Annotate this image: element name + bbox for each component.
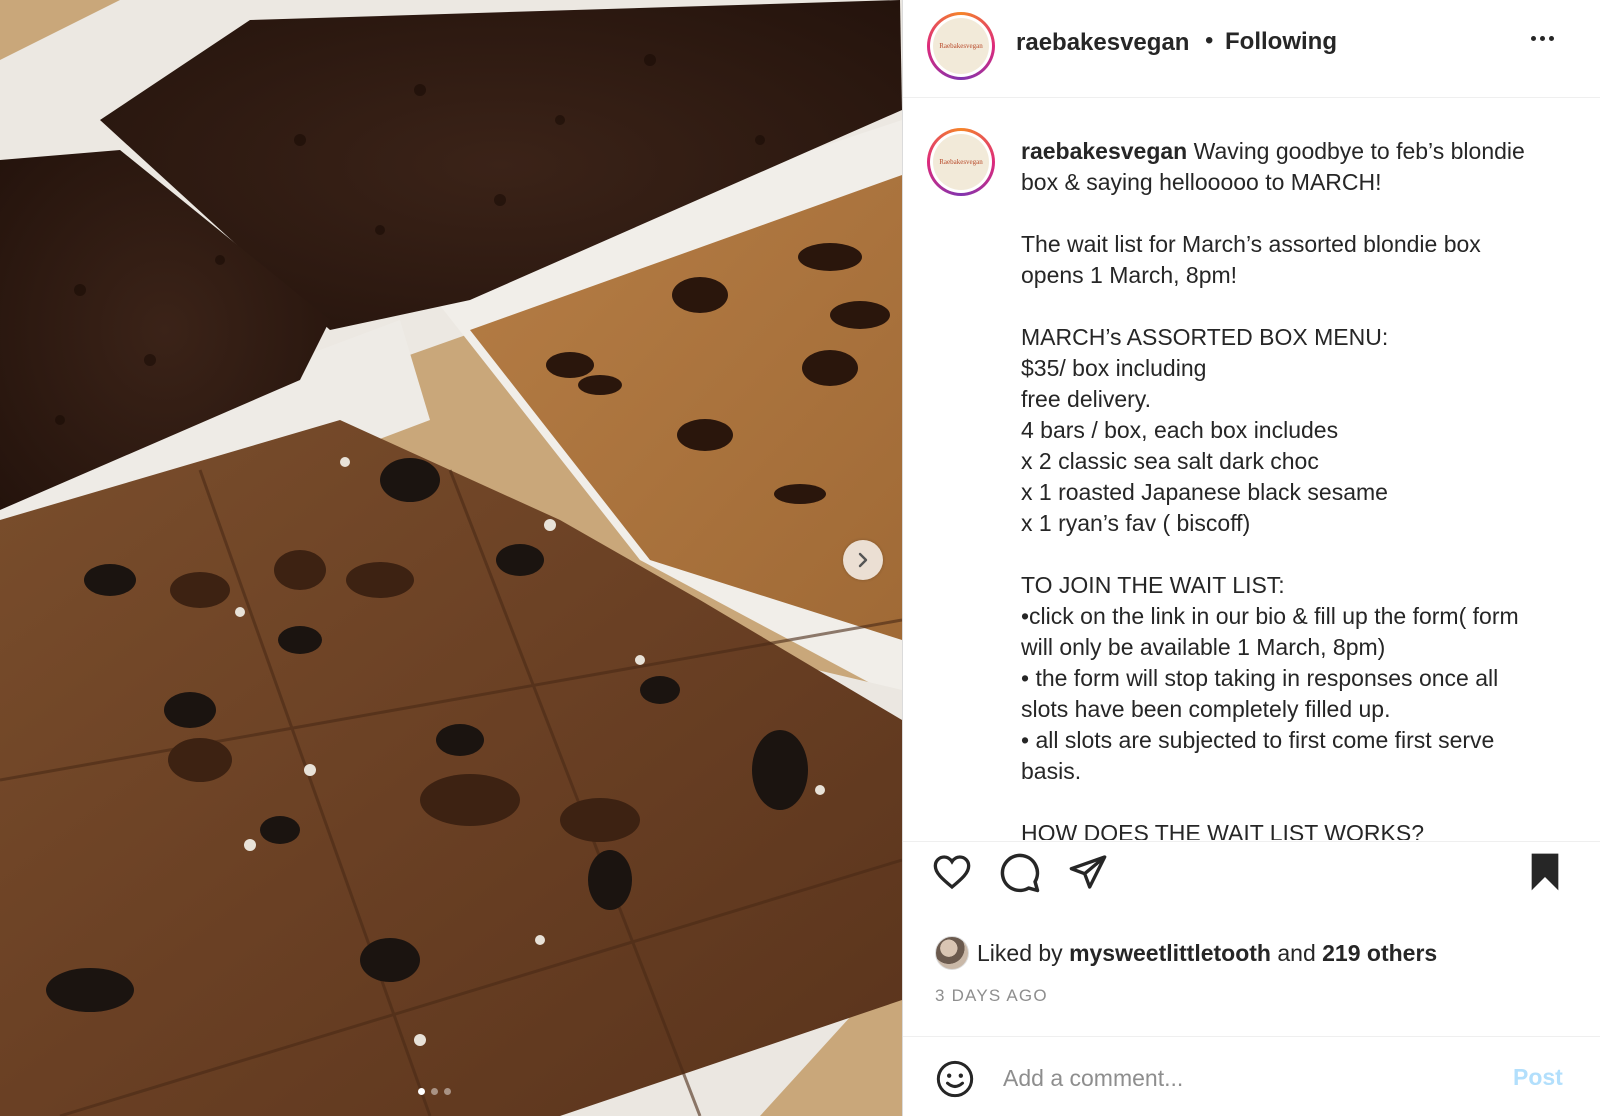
avatar-logo-text: Raebakesvegan bbox=[939, 42, 983, 50]
caption-line: x 2 classic sea salt dark choc bbox=[1021, 448, 1319, 474]
header-separator: • bbox=[1205, 27, 1214, 54]
more-horizontal-icon bbox=[1540, 36, 1545, 41]
post-side-panel: Raebakesvegan raebakesvegan • Following … bbox=[902, 0, 1600, 1116]
more-horizontal-icon bbox=[1531, 36, 1536, 41]
profile-avatar[interactable]: Raebakesvegan bbox=[927, 12, 995, 80]
caption-line: $35/ box including bbox=[1021, 355, 1207, 381]
post-header: Raebakesvegan raebakesvegan • Following bbox=[903, 0, 1600, 98]
caption-line: • all slots are subjected to first come … bbox=[1021, 727, 1495, 753]
caption-line: slots have been completely filled up. bbox=[1021, 696, 1391, 722]
carousel-indicator bbox=[418, 1088, 451, 1095]
caption-line bbox=[1021, 539, 1581, 570]
comment-bar: Post bbox=[903, 1036, 1600, 1117]
caption-line: free delivery. bbox=[1021, 386, 1151, 412]
caption-line: basis. bbox=[1021, 758, 1082, 784]
emoji-icon[interactable] bbox=[935, 1059, 975, 1099]
liker-username[interactable]: mysweetlittletooth bbox=[1069, 940, 1271, 967]
caption-line: MARCH’s ASSORTED BOX MENU: bbox=[1021, 324, 1389, 350]
caption-line bbox=[1021, 787, 1581, 818]
caption-line: HOW DOES THE WAIT LIST WORKS? bbox=[1021, 820, 1424, 840]
avatar-logo-text: Raebakesvegan bbox=[939, 158, 983, 166]
bookmark-icon[interactable] bbox=[1527, 852, 1563, 892]
caption-line: opens 1 March, 8pm! bbox=[1021, 262, 1238, 288]
heart-icon[interactable] bbox=[931, 852, 973, 892]
likes-others-link[interactable]: 219 others bbox=[1322, 940, 1437, 967]
likes-prefix: Liked by bbox=[977, 939, 1063, 966]
caption-line: • the form will stop taking in responses… bbox=[1021, 665, 1499, 691]
comment-input[interactable] bbox=[1001, 1055, 1485, 1101]
paper-plane-icon[interactable] bbox=[1067, 852, 1109, 892]
more-options-button[interactable] bbox=[1531, 36, 1554, 41]
chevron-right-icon bbox=[858, 552, 868, 568]
caption-line: •click on the link in our bio & fill up … bbox=[1021, 603, 1519, 629]
carousel-dot bbox=[444, 1088, 451, 1095]
post-actions: Liked by mysweetlittletooth and 219 othe… bbox=[903, 841, 1600, 1037]
caption-first-line: Waving goodbye to feb’s blondie bbox=[1193, 138, 1525, 164]
likes-joiner: and bbox=[1277, 939, 1316, 966]
liker-avatar[interactable] bbox=[935, 936, 969, 970]
post-timestamp[interactable]: 3 DAYS AGO bbox=[935, 986, 1048, 1006]
caption-line: x 1 roasted Japanese black sesame bbox=[1021, 479, 1388, 505]
following-button[interactable]: Following bbox=[1225, 28, 1337, 56]
caption-line: TO JOIN THE WAIT LIST: bbox=[1021, 572, 1285, 598]
post-photo[interactable] bbox=[0, 0, 902, 1116]
caption-line: The wait list for March’s assorted blond… bbox=[1021, 231, 1481, 257]
caption-line: 4 bars / box, each box includes bbox=[1021, 417, 1339, 443]
caption-line: will only be available 1 March, 8pm) bbox=[1021, 634, 1386, 660]
comment-icon[interactable] bbox=[999, 852, 1041, 894]
avatar-logo: Raebakesvegan bbox=[933, 134, 989, 190]
header-username[interactable]: raebakesvegan bbox=[1016, 29, 1189, 57]
brownie-photo-image bbox=[0, 0, 902, 1116]
carousel-dot-active bbox=[418, 1088, 425, 1095]
caption-lines: box & saying hellooooo to MARCH! The wait… bbox=[1021, 167, 1581, 840]
caption-line bbox=[1021, 198, 1581, 229]
more-horizontal-icon bbox=[1549, 36, 1554, 41]
caption-area: Raebakesvegan raebakesvegan Waving goodb… bbox=[903, 98, 1600, 840]
caption-line bbox=[1021, 291, 1581, 322]
carousel-next-button[interactable] bbox=[843, 540, 883, 580]
caption-line: box & saying hellooooo to MARCH! bbox=[1021, 169, 1382, 195]
likes-summary: Liked by mysweetlittletooth and 219 othe… bbox=[935, 936, 1437, 970]
caption-username[interactable]: raebakesvegan bbox=[1021, 138, 1187, 164]
caption-text: raebakesvegan Waving goodbye to feb’s bl… bbox=[1021, 136, 1581, 840]
carousel-dot bbox=[431, 1088, 438, 1095]
post-comment-button[interactable]: Post bbox=[1513, 1064, 1563, 1091]
avatar-logo: Raebakesvegan bbox=[933, 18, 989, 74]
caption-avatar[interactable]: Raebakesvegan bbox=[927, 128, 995, 196]
caption-line: x 1 ryan’s fav ( biscoff) bbox=[1021, 510, 1251, 536]
